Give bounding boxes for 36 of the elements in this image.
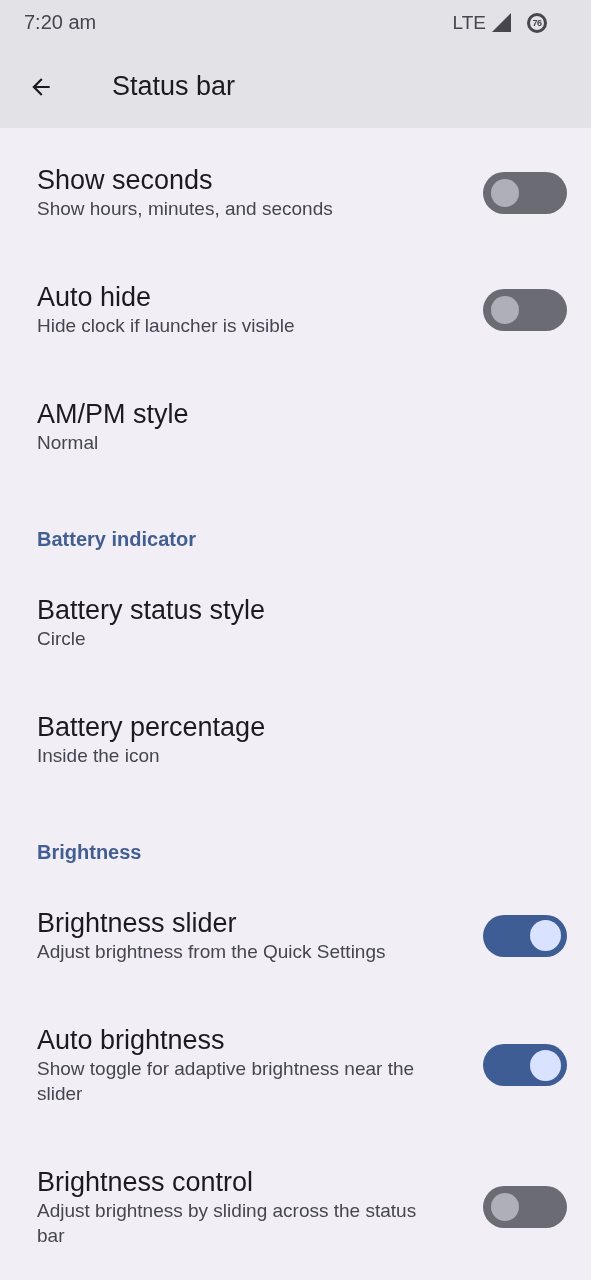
setting-summary: Inside the icon	[37, 744, 161, 768]
screen-title: Status bar	[112, 71, 236, 102]
setting-title: Show seconds	[37, 164, 214, 196]
setting-summary: Show toggle for adaptive brightness near the slider	[37, 1057, 416, 1106]
setting-row[interactable]: Battery percentage Inside the icon	[0, 681, 591, 798]
toggle-switch[interactable]	[483, 288, 567, 331]
battery-icon: 76	[527, 12, 547, 33]
section-header: Battery indicator	[36, 527, 197, 552]
setting-title: AM/PM style	[37, 398, 190, 430]
toggle-switch[interactable]	[483, 171, 567, 214]
setting-summary: Show hours, minutes, and seconds	[37, 197, 334, 221]
setting-title: Brightness control	[37, 1166, 255, 1198]
setting-title: Auto brightness	[37, 1024, 226, 1056]
section-header: Brightness	[36, 840, 143, 865]
setting-row[interactable]: Auto hide Hide clock if launcher is visible	[0, 251, 591, 368]
setting-summary: Circle	[37, 627, 87, 651]
setting-row[interactable]: Brightness control Adjust brightness by sliding across the status bar	[0, 1136, 591, 1278]
setting-summary: Hide clock if launcher is visible	[37, 314, 296, 338]
toggle-switch[interactable]	[483, 914, 567, 957]
setting-summary: Adjust brightness from the Quick Settings	[37, 940, 387, 964]
setting-row[interactable]: Brightness slider Adjust brightness from the Quick Settings	[0, 877, 591, 994]
setting-title: Battery status style	[37, 594, 267, 626]
setting-title: Brightness slider	[37, 907, 238, 939]
toggle-switch[interactable]	[483, 1044, 567, 1086]
network-type: LTE	[452, 11, 486, 34]
signal-icon	[492, 13, 511, 32]
status-time: 7:20 am	[24, 11, 97, 34]
setting-row[interactable]: Show seconds Show hours, minutes, and seconds	[0, 134, 591, 251]
setting-row[interactable]: Battery status style Circle	[0, 564, 591, 681]
setting-title: Battery percentage	[37, 711, 267, 743]
setting-row[interactable]: AM/PM style Normal	[0, 368, 591, 485]
setting-row[interactable]: Auto brightness Show toggle for adaptive brightness near the slider	[0, 994, 591, 1136]
setting-summary: Adjust brightness by sliding across the status bar	[37, 1199, 418, 1248]
toggle-switch[interactable]	[483, 1186, 567, 1228]
setting-title: Auto hide	[37, 281, 153, 313]
setting-summary: Normal	[37, 431, 100, 455]
